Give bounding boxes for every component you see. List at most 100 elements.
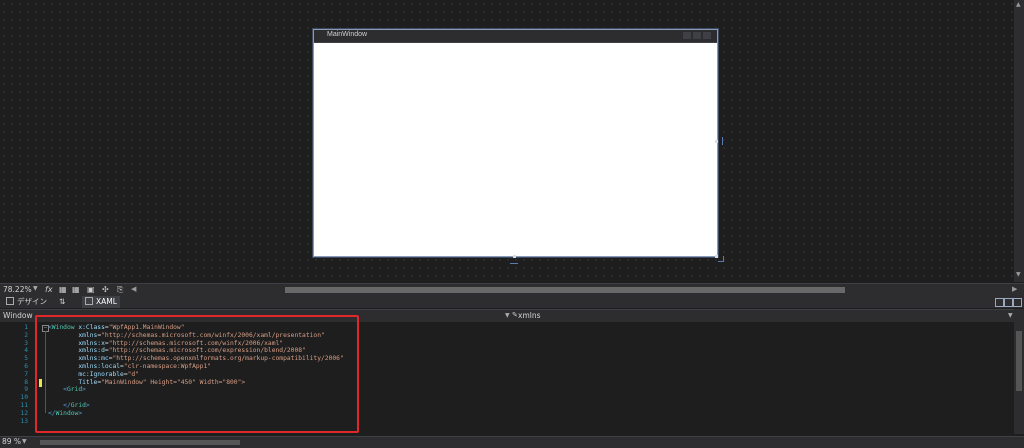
swap-panes-button[interactable]: ⇅ (56, 296, 68, 308)
scroll-thumb[interactable] (1016, 331, 1022, 391)
zoom-level[interactable]: 78.22% (3, 285, 32, 294)
resize-handle-right[interactable] (715, 140, 718, 143)
outline-guide (45, 331, 46, 413)
designer-toolbar: 78.22% ▼ fx ▦ ▦ ▣ ✣ ⎘ ◀ ▶ (0, 283, 1024, 296)
element-selector-dropdown-icon[interactable]: ▼ (505, 312, 510, 319)
editor-zoom-level[interactable]: 89 % (2, 437, 21, 446)
code-line[interactable] (48, 394, 344, 402)
code-token: xmlns:d (78, 347, 105, 355)
code-token: "WpfApp1.MainWindow" (108, 324, 185, 331)
code-token: "MainWindow" Height="450" Width="800"> (101, 378, 246, 386)
scroll-up-icon[interactable]: ▲ (1016, 2, 1022, 8)
code-token: "d" (127, 370, 140, 378)
code-line[interactable]: <Window x:Class="WpfApp1.MainWindow" (48, 324, 344, 332)
line-number: 6 (24, 362, 28, 370)
line-number-gutter: 1 2 3 4 5 6 7 8 9 10 11 12 13 (14, 324, 28, 425)
preview-window-title: MainWindow (327, 31, 368, 38)
member-selector-dropdown-icon[interactable]: ▼ (1008, 312, 1013, 319)
code-token: xmlns (78, 331, 98, 339)
scroll-down-icon[interactable]: ▼ (1016, 272, 1022, 278)
code-line[interactable]: xmlns:d="http://schemas.microsoft.com/ex… (48, 347, 344, 355)
code-token: Grid (70, 401, 86, 409)
element-selector[interactable]: Window (3, 311, 33, 320)
artboard-icon[interactable]: ▣ (87, 285, 95, 294)
minimize-icon (683, 32, 691, 39)
line-number: 7 (24, 370, 28, 378)
preview-titlebar: MainWindow (314, 30, 717, 43)
code-line[interactable]: </Window> (48, 410, 344, 418)
horizontal-split-icon[interactable] (1004, 298, 1013, 307)
member-selector[interactable]: xmlns (518, 311, 541, 320)
code-line[interactable] (48, 418, 344, 426)
code-token: > (78, 409, 83, 417)
code-line[interactable]: xmlns:local="clr-namespace:WpfApp1" (48, 363, 344, 371)
collapse-pane-icon[interactable] (1013, 298, 1022, 307)
resize-handle-bottom[interactable] (513, 255, 516, 258)
code-token: Window (55, 409, 79, 417)
scroll-left-icon[interactable]: ◀ (131, 285, 136, 293)
line-number: 2 (24, 331, 28, 339)
grid-icon[interactable]: ▦ (59, 285, 67, 294)
line-number: 12 (20, 409, 28, 417)
line-number: 5 (24, 355, 28, 363)
code-line[interactable]: xmlns="http://schemas.microsoft.com/winf… (48, 332, 344, 340)
code-line[interactable]: <Grid> (48, 386, 344, 394)
code-token: > (82, 386, 86, 394)
code-text[interactable]: <Window x:Class="WpfApp1.MainWindow" xml… (48, 324, 344, 425)
design-surface[interactable]: MainWindow (0, 0, 1024, 282)
code-line[interactable]: mc:Ignorable="d" (48, 371, 344, 379)
designer-vertical-scrollbar[interactable]: ▲ ▼ (1014, 0, 1024, 282)
code-token: "http://schemas.microsoft.com/winfx/2006… (108, 339, 284, 347)
vertical-split-icon[interactable] (995, 298, 1004, 307)
snap-grid-icon[interactable]: ▦ (72, 285, 80, 294)
preview-window[interactable]: MainWindow (313, 29, 718, 257)
code-token: Title (78, 378, 98, 386)
code-token: > (85, 401, 90, 409)
code-line[interactable]: </Grid> (48, 402, 344, 410)
resize-handle-corner[interactable] (715, 255, 718, 258)
editor-status-bar: 89 % ▼ (0, 436, 1024, 448)
line-number: 8 (24, 378, 28, 386)
snap-lines-icon[interactable]: ✣ (102, 285, 109, 294)
formula-icon[interactable]: fx (45, 285, 53, 294)
code-token: Grid (66, 386, 83, 394)
adorner-marker-corner-v (723, 256, 724, 262)
adorner-marker-bottom (510, 263, 518, 264)
tab-design[interactable]: デザイン (3, 296, 50, 308)
code-line[interactable]: Title="MainWindow" Height="450" Width="8… (48, 379, 344, 387)
code-line[interactable]: xmlns:mc="http://schemas.openxmlformats.… (48, 355, 344, 363)
zoom-dropdown-icon[interactable]: ▼ (33, 285, 38, 292)
scroll-right-icon[interactable]: ▶ (1012, 285, 1017, 293)
code-token: xmlns:local (78, 362, 121, 370)
code-token: mc:Ignorable (78, 370, 124, 378)
scroll-thumb[interactable] (40, 440, 240, 445)
effects-icon[interactable]: ⎘ (117, 285, 123, 295)
code-token: "http://schemas.openxmlformats.org/marku… (112, 355, 344, 363)
editor-zoom-dropdown-icon[interactable]: ▼ (22, 438, 27, 445)
line-number: 13 (20, 417, 28, 425)
scroll-thumb[interactable] (285, 287, 845, 293)
tab-xaml[interactable]: XAML (82, 296, 120, 308)
tab-design-label: デザイン (17, 297, 47, 306)
code-token: xmlns:x (78, 339, 105, 347)
editor-vertical-scrollbar[interactable] (1014, 309, 1024, 434)
code-token: Window (51, 324, 75, 331)
code-token: x:Class (74, 324, 105, 331)
code-token: < (48, 386, 67, 394)
design-icon (6, 297, 14, 305)
editor-horizontal-scrollbar[interactable] (40, 440, 1000, 445)
designer-horizontal-scrollbar[interactable] (140, 287, 1010, 293)
change-indicator (39, 379, 42, 387)
tab-xaml-label: XAML (96, 297, 117, 306)
line-number: 1 (24, 324, 28, 331)
code-token: </ (48, 401, 71, 409)
line-number: 11 (20, 401, 28, 409)
line-number: 9 (24, 386, 28, 394)
line-number: 4 (24, 347, 28, 355)
close-icon (703, 32, 711, 39)
xaml-code-editor[interactable]: 1 2 3 4 5 6 7 8 9 10 11 12 13 − <Window x:Class="Wpf… (0, 322, 1014, 434)
code-line[interactable]: xmlns:x="http://schemas.microsoft.com/wi… (48, 340, 344, 348)
